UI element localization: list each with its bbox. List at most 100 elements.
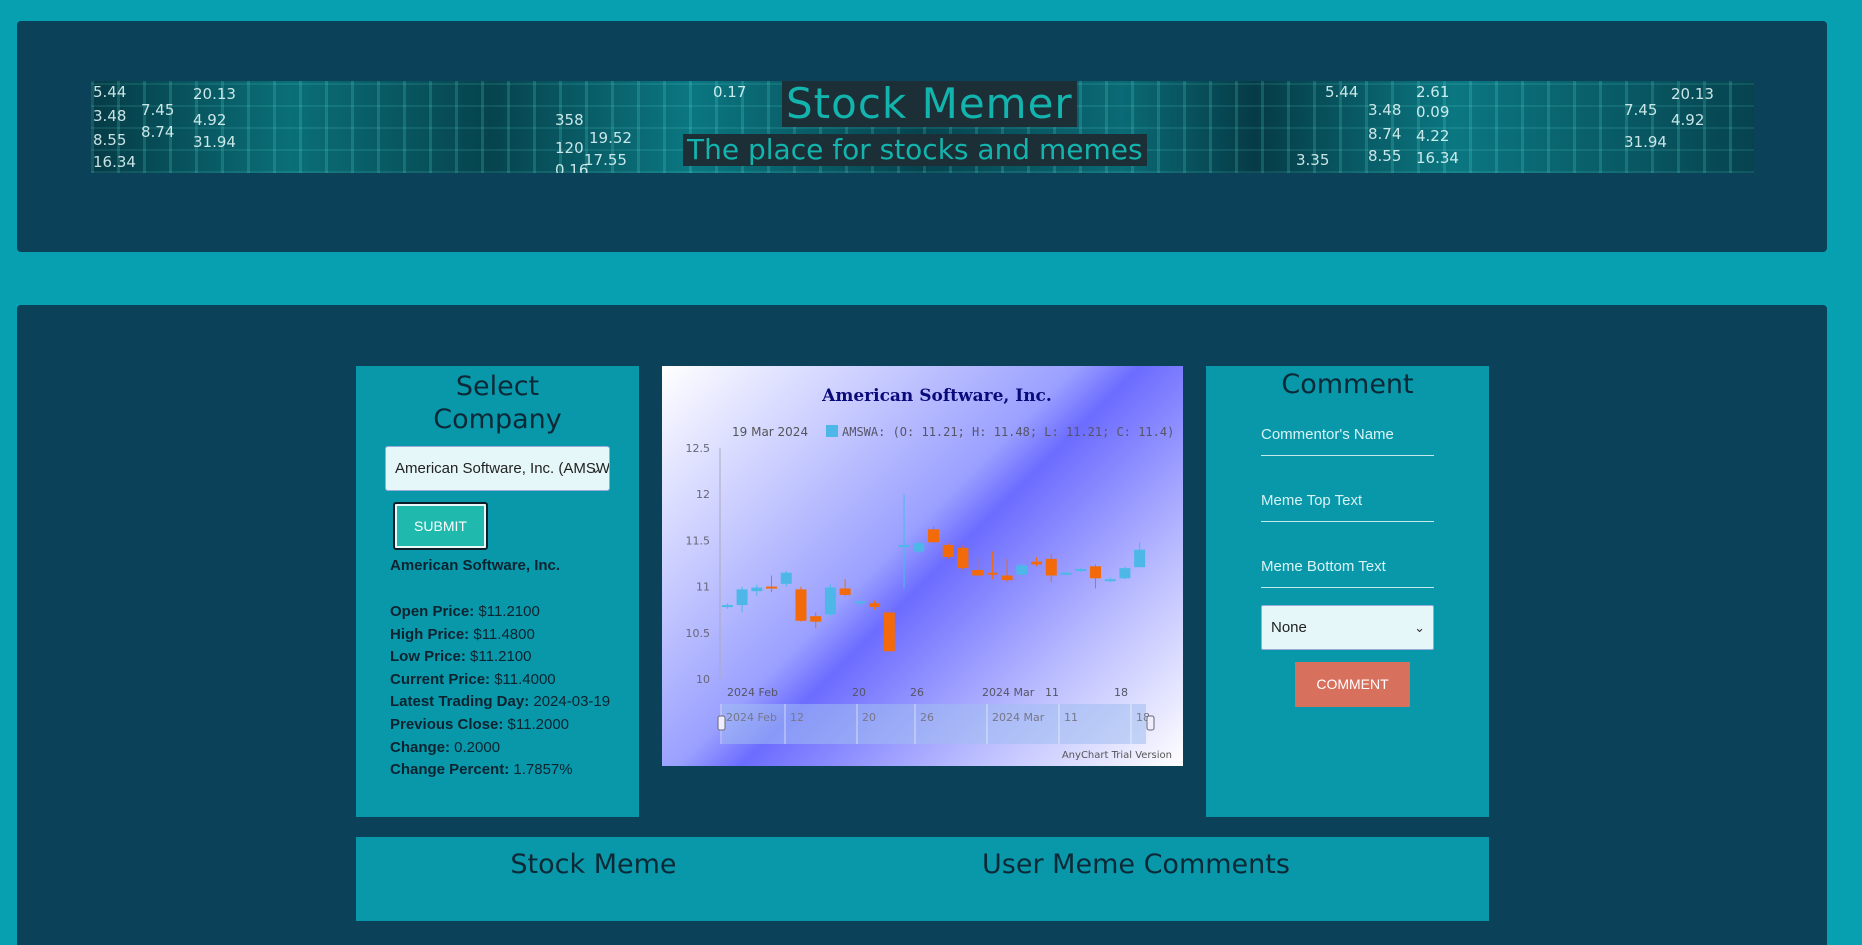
- company-select[interactable]: American Software, Inc. (AMSWA) ⌄: [385, 446, 610, 491]
- candle-body: [972, 569, 984, 576]
- x-tick-label: 11: [1045, 686, 1059, 699]
- y-axis: 12.5 12 11.5 11 10.5 10: [686, 442, 721, 686]
- banner-number: 3.48: [93, 107, 127, 125]
- candle-body: [1119, 568, 1131, 579]
- scroller-tick-label: 12: [790, 711, 804, 724]
- stock-chart[interactable]: American Software, Inc. 19 Mar 2024 AMSW…: [662, 366, 1183, 766]
- banner-number: 7.45: [1624, 101, 1658, 119]
- candle-body: [1075, 569, 1087, 572]
- candle-body: [883, 612, 895, 652]
- banner-number: 5.44: [1325, 83, 1359, 101]
- comment-button[interactable]: COMMENT: [1295, 662, 1410, 707]
- banner-number: 4.22: [1416, 127, 1450, 145]
- submit-button[interactable]: SUBMIT: [393, 502, 488, 550]
- chevron-down-icon: ⌄: [590, 461, 601, 476]
- candle-body: [1045, 558, 1057, 576]
- banner-number: 16.34: [1416, 149, 1459, 167]
- stock-details: Open Price: $11.2100 High Price: $11.480…: [390, 601, 610, 782]
- candlestick-chart[interactable]: American Software, Inc. 19 Mar 2024 AMSW…: [662, 366, 1183, 766]
- scroller-tick-label: 26: [920, 711, 934, 724]
- scroller-handle-left[interactable]: [717, 715, 726, 731]
- meme-select[interactable]: None ⌄: [1261, 605, 1434, 650]
- comment-card: Comment Commentor's Name Meme Top Text M…: [1206, 366, 1489, 817]
- scroller-tick-label: 11: [1064, 711, 1078, 724]
- scroller-handle-right[interactable]: [1146, 715, 1155, 731]
- candle-body: [1060, 572, 1072, 575]
- candle-body: [928, 529, 939, 543]
- candle-body: [1031, 561, 1043, 565]
- banner-number: 20.13: [1671, 85, 1714, 103]
- candle-body: [1001, 575, 1013, 581]
- banner-number: 8.74: [1368, 125, 1402, 143]
- meme-top-text-input[interactable]: Meme Top Text: [1261, 486, 1434, 522]
- y-tick-label: 10: [696, 673, 710, 686]
- meme-section-card: Stock Meme User Meme Comments: [356, 837, 1489, 921]
- candle-body: [721, 605, 733, 608]
- banner-number: 0.09: [1416, 103, 1450, 121]
- banner-number: 4.92: [1671, 111, 1705, 129]
- detail-current-price: Current Price: $11.4000: [390, 670, 556, 688]
- banner-number: 8.74: [141, 123, 175, 141]
- company-name: American Software, Inc.: [390, 557, 561, 574]
- detail-change-percent: Change Percent: 1.7857%: [390, 761, 573, 779]
- detail-previous-close: Previous Close: $11.2000: [390, 715, 569, 733]
- chart-title: American Software, Inc.: [821, 386, 1052, 406]
- candle-body: [1016, 565, 1028, 575]
- candle-body: [824, 587, 836, 615]
- y-tick-label: 12.5: [686, 442, 711, 455]
- banner-number: 31.94: [193, 133, 236, 151]
- x-tick-label: 2024 Feb: [727, 686, 778, 699]
- candle-body: [766, 586, 778, 589]
- detail-low-price: Low Price: $11.2100: [390, 648, 532, 666]
- select-company-card: Select Company American Software, Inc. (…: [356, 366, 639, 817]
- candle-body: [942, 545, 954, 558]
- meme-select-value: None: [1271, 619, 1307, 636]
- candle-body: [1089, 566, 1101, 579]
- detail-open-price: Open Price: $11.2100: [390, 603, 540, 620]
- candle-body: [957, 547, 969, 569]
- candle-body: [869, 603, 881, 607]
- banner-number: 8.55: [1368, 147, 1402, 165]
- detail-high-price: High Price: $11.4800: [390, 625, 535, 643]
- banner-number: 0.17: [713, 83, 747, 101]
- y-tick-label: 11.5: [686, 534, 711, 547]
- x-tick-label: 20: [852, 686, 866, 699]
- banner-number: 31.94: [1624, 133, 1667, 151]
- banner-number: 3.48: [1368, 101, 1402, 119]
- banner-number: 4.92: [193, 111, 227, 129]
- candle-body: [913, 543, 925, 552]
- banner-number: 2.61: [1416, 83, 1450, 101]
- meme-bottom-text-input[interactable]: Meme Bottom Text: [1261, 552, 1434, 588]
- candle-body: [839, 588, 851, 595]
- chevron-down-icon: ⌄: [1414, 620, 1425, 635]
- commentor-name-input[interactable]: Commentor's Name: [1261, 420, 1434, 456]
- company-select-value: American Software, Inc. (AMSWA): [395, 460, 610, 477]
- candle-body: [736, 589, 748, 606]
- candle-body: [1104, 579, 1116, 582]
- banner-number: 16.34: [93, 153, 136, 171]
- x-tick-label: 2024 Mar: [982, 686, 1035, 699]
- chart-legend: AMSWA: (O: 11.21; H: 11.48; L: 11.21; C:…: [842, 425, 1174, 439]
- y-tick-label: 11: [696, 581, 710, 594]
- y-tick-label: 10.5: [686, 627, 711, 640]
- candle-body: [986, 572, 998, 575]
- x-axis: 2024 Feb 20 26 2024 Mar 11 18: [727, 686, 1128, 699]
- scroller-tick-label: 20: [862, 711, 876, 724]
- user-meme-comments-title: User Meme Comments: [982, 849, 1290, 880]
- banner-number: 0.16: [555, 161, 589, 173]
- scroller-track[interactable]: [722, 704, 1146, 744]
- banner-number: 8.55: [93, 131, 127, 149]
- banner-number: 5.44: [93, 83, 127, 101]
- comment-title: Comment: [1281, 369, 1414, 400]
- site-title: Stock Memer: [782, 81, 1077, 127]
- chart-scroller[interactable]: 2024 Feb 12 20 26 2024 Mar 11 18: [717, 704, 1155, 744]
- y-tick-label: 12: [696, 488, 710, 501]
- x-tick-label: 18: [1114, 686, 1128, 699]
- candle-body: [795, 589, 807, 621]
- candle-body: [810, 616, 822, 622]
- scroller-tick-label: 2024 Feb: [726, 711, 777, 724]
- stock-meme-title: Stock Meme: [510, 849, 677, 880]
- site-tagline: The place for stocks and memes: [683, 134, 1147, 166]
- candle-body: [898, 545, 910, 548]
- banner-number: 7.45: [141, 101, 175, 119]
